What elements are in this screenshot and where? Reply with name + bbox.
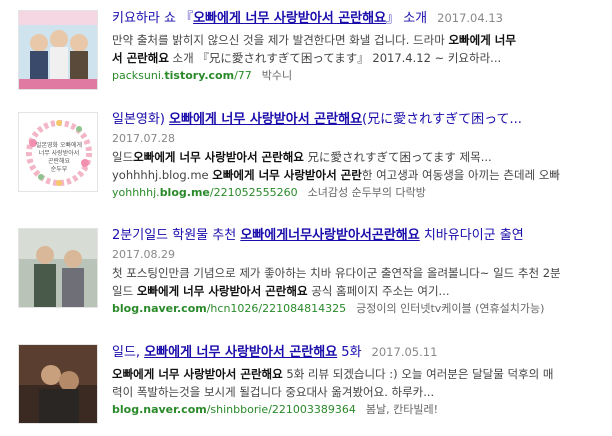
result-source[interactable]: blog.naver.com/shinbborie/221003389364 봄날… [112, 401, 612, 419]
search-result-2: 일본영화 오빠에게 너무 사랑받아서 곤란해요 순두부 일본영화) 오빠에게 너… [0, 104, 612, 204]
drama-poster-thumbnail[interactable] [18, 10, 98, 90]
result-snippet-line-2: yohhhhj.blog.me 오빠에게 너무 사랑받아서 곤란한 여고생과 여… [112, 168, 560, 182]
wreath-text-2: 너무 사랑받아서 [39, 149, 80, 157]
result-author[interactable]: 박수니 [262, 69, 292, 82]
result-source[interactable]: packsuni.tistory.com/77 박수니 [112, 67, 612, 85]
result-date: 2017.04.13 [437, 11, 503, 25]
result-source[interactable]: yohhhhj.blog.me/221052555260 소녀감성 순두부의 다락… [112, 184, 612, 202]
result-date: 2017.07.28 [112, 132, 175, 145]
result-title-link[interactable]: 2분기일드 학원물 추천 오빠에게너무사랑받아서곤란해요 치바유다이군 출연 [112, 228, 524, 243]
result-snippet-line-2: 력이 폭발하는것을 보시게 될겁니다 중요대사 옮겨봤어요. 하루카... [112, 385, 435, 399]
result-snippet-line-1: 첫 포스팅인만큼 기념으로 제가 좋아하는 치바 유다이군 출연작을 올려볼니다… [112, 266, 561, 280]
result-snippet-line-2: 일드 오빠에게 너무 사랑받아서 곤란해요 공식 홈페이지 주소는 여기... [112, 284, 450, 298]
actors-photo-thumbnail[interactable] [18, 228, 98, 308]
result-snippet-line-1: 만약 출처를 밝히지 않으신 것을 제가 발견한다면 화낼 겁니다. 드라마 오… [112, 33, 516, 47]
result-date: 2017.05.11 [371, 345, 438, 359]
wreath-illustration-thumbnail[interactable]: 일본영화 오빠에게 너무 사랑받아서 곤란해요 순두부 [18, 112, 98, 192]
result-author[interactable]: 긍정이의 인터넷tv케이블 (연휴설치가능) [356, 302, 544, 315]
search-result-3: 2분기일드 학원물 추천 오빠에게너무사랑받아서곤란해요 치바유다이군 출연 2… [0, 220, 612, 320]
result-source[interactable]: blog.naver.com/hcn1026/221084814325 긍정이의 … [112, 300, 612, 318]
wreath-text-4: 순두부 [51, 166, 68, 173]
wreath-text-3: 곤란해요 [48, 157, 71, 165]
search-result-4: 일드, 오빠에게 너무 사랑받아서 곤란해요 5화 2017.05.11 오빠에게… [0, 336, 612, 436]
result-snippet-line-2: 서 곤란해요 소개 『兄に愛されすぎて困ってます』 2017.4.12 ~ 키요… [112, 51, 502, 65]
result-author[interactable]: 소녀감성 순두부의 다락방 [308, 186, 426, 199]
result-date: 2017.08.29 [112, 248, 175, 261]
result-title-link[interactable]: 키요하라 쇼 『오빠에게 너무 사랑받아서 곤란해요』 소개 [112, 11, 427, 26]
result-title[interactable]: 일본영화) 오빠에게 너무 사랑받아서 곤란해요(兄に愛されすぎて困って... [112, 110, 612, 130]
result-title-link[interactable]: 일드, 오빠에게 너무 사랑받아서 곤란해요 5화 [112, 345, 362, 360]
result-author[interactable]: 봄날, 칸타빌레! [366, 403, 438, 416]
result-title[interactable]: 일드, 오빠에게 너무 사랑받아서 곤란해요 5화 2017.05.11 [112, 342, 612, 363]
drama-scene-thumbnail[interactable] [18, 344, 98, 424]
result-title-link[interactable]: 일본영화) 오빠에게 너무 사랑받아서 곤란해요(兄に愛されすぎて困って... [112, 112, 522, 127]
search-result-1: 키요하라 쇼 『오빠에게 너무 사랑받아서 곤란해요』 소개 2017.04.13… [0, 0, 612, 100]
wreath-text-1: 일본영화 오빠에게 [36, 141, 82, 149]
result-snippet-line-1: 오빠에게 너무 사랑받아서 곤란해요 5화 리뷰 되겠습니다 :) 오늘 여러분… [112, 367, 554, 381]
result-snippet-line-1: 일드오빠에게 너무 사랑받아서 곤란해요 兄に愛されすぎて困ってます 제목... [112, 150, 492, 164]
result-title[interactable]: 키요하라 쇼 『오빠에게 너무 사랑받아서 곤란해요』 소개 2017.04.13 [112, 8, 612, 29]
result-title[interactable]: 2분기일드 학원물 추천 오빠에게너무사랑받아서곤란해요 치바유다이군 출연 [112, 226, 612, 246]
